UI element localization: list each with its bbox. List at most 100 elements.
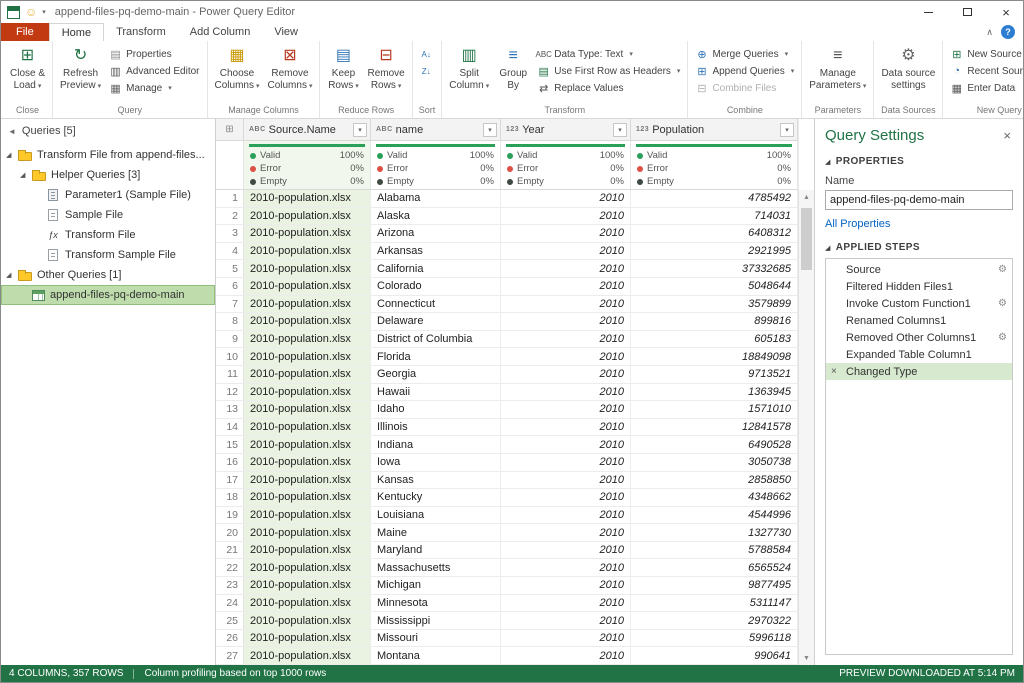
advanced-editor-button[interactable]: ▥Advanced Editor — [106, 63, 202, 79]
query-item-other-queries-1[interactable]: ◢Other Queries [1] — [1, 265, 215, 285]
tab-file[interactable]: File — [1, 23, 49, 41]
cell-name[interactable]: Louisiana — [371, 507, 501, 524]
cell-source-name[interactable]: 2010-population.xlsx — [244, 366, 371, 383]
cell-year[interactable]: 2010 — [501, 454, 631, 471]
cell-year[interactable]: 2010 — [501, 348, 631, 365]
query-name-input[interactable] — [825, 190, 1013, 210]
properties-button[interactable]: ▤Properties — [106, 46, 202, 62]
row-number[interactable]: 24 — [216, 595, 244, 612]
grid-corner-cell[interactable]: ⊞ — [216, 119, 244, 140]
cell-population[interactable]: 1327730 — [631, 524, 798, 541]
cell-population[interactable]: 4544996 — [631, 507, 798, 524]
remove-columns-button[interactable]: ⊠RemoveColumns▾ — [264, 43, 315, 91]
applied-step-filtered-hidden-files1[interactable]: Filtered Hidden Files1 — [826, 278, 1012, 295]
cell-year[interactable]: 2010 — [501, 524, 631, 541]
row-number[interactable]: 16 — [216, 454, 244, 471]
cell-source-name[interactable]: 2010-population.xlsx — [244, 507, 371, 524]
cell-year[interactable]: 2010 — [501, 489, 631, 506]
cell-year[interactable]: 2010 — [501, 225, 631, 242]
cell-year[interactable]: 2010 — [501, 190, 631, 207]
row-number[interactable]: 20 — [216, 524, 244, 541]
row-number[interactable]: 12 — [216, 384, 244, 401]
applied-step-removed-other-columns1[interactable]: Removed Other Columns1⚙ — [826, 329, 1012, 346]
cell-year[interactable]: 2010 — [501, 472, 631, 489]
cell-year[interactable]: 2010 — [501, 436, 631, 453]
tab-transform[interactable]: Transform — [104, 23, 178, 41]
row-number[interactable]: 2 — [216, 208, 244, 225]
refresh-preview-button[interactable]: ↻RefreshPreview▾ — [57, 43, 104, 91]
cell-population[interactable]: 2921995 — [631, 243, 798, 260]
applied-step-changed-type[interactable]: ×Changed Type — [826, 363, 1012, 380]
cell-name[interactable]: Iowa — [371, 454, 501, 471]
cell-source-name[interactable]: 2010-population.xlsx — [244, 225, 371, 242]
row-number[interactable]: 17 — [216, 472, 244, 489]
number-type-icon[interactable]: 123 — [506, 126, 519, 133]
cell-population[interactable]: 1363945 — [631, 384, 798, 401]
cell-year[interactable]: 2010 — [501, 577, 631, 594]
cell-source-name[interactable]: 2010-population.xlsx — [244, 243, 371, 260]
cell-name[interactable]: Arizona — [371, 225, 501, 242]
cell-name[interactable]: Alabama — [371, 190, 501, 207]
cell-population[interactable]: 9877495 — [631, 577, 798, 594]
row-number[interactable]: 6 — [216, 278, 244, 295]
cell-source-name[interactable]: 2010-population.xlsx — [244, 296, 371, 313]
tab-view[interactable]: View — [262, 23, 310, 41]
text-type-icon[interactable]: ABC — [376, 126, 393, 133]
minimize-button[interactable] — [911, 1, 945, 23]
cell-name[interactable]: Illinois — [371, 419, 501, 436]
keep-rows-button[interactable]: ▤KeepRows▾ — [324, 43, 362, 91]
cell-population[interactable]: 2858850 — [631, 472, 798, 489]
applied-step-renamed-columns1[interactable]: Renamed Columns1 — [826, 312, 1012, 329]
cell-name[interactable]: Minnesota — [371, 595, 501, 612]
cell-source-name[interactable]: 2010-population.xlsx — [244, 384, 371, 401]
cell-year[interactable]: 2010 — [501, 401, 631, 418]
choose-columns-button[interactable]: ▦ChooseColumns▾ — [212, 43, 263, 91]
cell-year[interactable]: 2010 — [501, 278, 631, 295]
cell-source-name[interactable]: 2010-population.xlsx — [244, 208, 371, 225]
cell-name[interactable]: Georgia — [371, 366, 501, 383]
query-item-helper-queries-3[interactable]: ◢Helper Queries [3] — [1, 165, 215, 185]
cell-population[interactable]: 37332685 — [631, 260, 798, 277]
cell-name[interactable]: Missouri — [371, 630, 501, 647]
close-button[interactable]: × — [989, 1, 1023, 23]
cell-year[interactable]: 2010 — [501, 507, 631, 524]
cell-name[interactable]: Mississippi — [371, 612, 501, 629]
split-column-button[interactable]: ▥SplitColumn▾ — [446, 43, 492, 91]
row-number[interactable]: 7 — [216, 296, 244, 313]
cell-source-name[interactable]: 2010-population.xlsx — [244, 436, 371, 453]
cell-year[interactable]: 2010 — [501, 419, 631, 436]
row-number[interactable]: 22 — [216, 559, 244, 576]
applied-step-source[interactable]: Source⚙ — [826, 261, 1012, 278]
cell-name[interactable]: District of Columbia — [371, 331, 501, 348]
cell-year[interactable]: 2010 — [501, 243, 631, 260]
properties-section-header[interactable]: ◢ PROPERTIES — [825, 156, 1013, 167]
cell-population[interactable]: 4785492 — [631, 190, 798, 207]
row-number[interactable]: 26 — [216, 630, 244, 647]
cell-source-name[interactable]: 2010-population.xlsx — [244, 524, 371, 541]
cell-year[interactable]: 2010 — [501, 208, 631, 225]
cell-source-name[interactable]: 2010-population.xlsx — [244, 630, 371, 647]
cell-year[interactable]: 2010 — [501, 559, 631, 576]
cell-population[interactable]: 12841578 — [631, 419, 798, 436]
query-item-parameter1-sample-file[interactable]: Parameter1 (Sample File) — [1, 185, 215, 205]
cell-population[interactable]: 714031 — [631, 208, 798, 225]
cell-population[interactable]: 4348662 — [631, 489, 798, 506]
cell-source-name[interactable]: 2010-population.xlsx — [244, 419, 371, 436]
row-number[interactable]: 19 — [216, 507, 244, 524]
cell-population[interactable]: 6408312 — [631, 225, 798, 242]
scroll-down-icon[interactable]: ▼ — [799, 651, 814, 665]
cell-source-name[interactable]: 2010-population.xlsx — [244, 647, 371, 664]
cell-source-name[interactable]: 2010-population.xlsx — [244, 577, 371, 594]
cell-population[interactable]: 3050738 — [631, 454, 798, 471]
cell-population[interactable]: 990641 — [631, 647, 798, 664]
applied-step-invoke-custom-function1[interactable]: Invoke Custom Function1⚙ — [826, 295, 1012, 312]
row-number[interactable]: 14 — [216, 419, 244, 436]
row-number[interactable]: 18 — [216, 489, 244, 506]
applied-steps-section-header[interactable]: ◢ APPLIED STEPS — [825, 242, 1013, 253]
row-number[interactable]: 13 — [216, 401, 244, 418]
cell-population[interactable]: 6565524 — [631, 559, 798, 576]
data-type-text-button[interactable]: ABCData Type: Text▾ — [534, 46, 683, 62]
step-settings-gear-icon[interactable]: ⚙ — [998, 332, 1007, 343]
row-number[interactable]: 11 — [216, 366, 244, 383]
cell-population[interactable]: 899816 — [631, 313, 798, 330]
